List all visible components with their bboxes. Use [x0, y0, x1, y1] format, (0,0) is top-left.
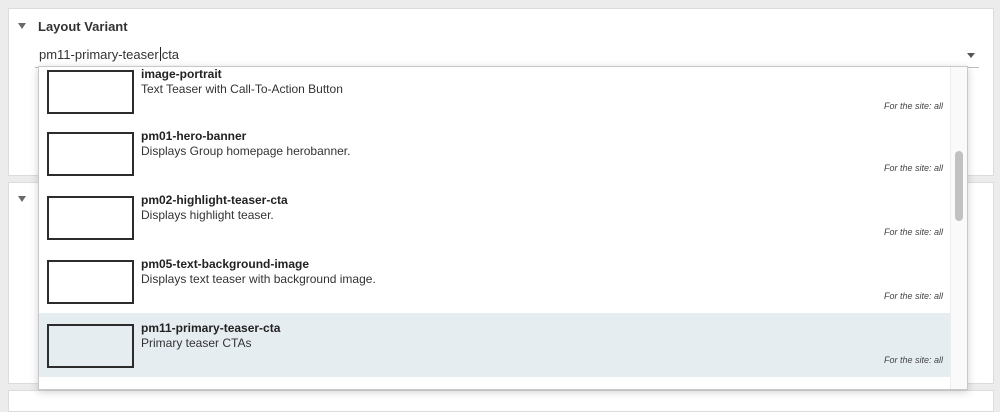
- option-name: image-portrait: [141, 67, 222, 81]
- option-site: For the site: all: [883, 355, 943, 365]
- option-site: For the site: all: [883, 101, 943, 111]
- dropdown-arrow-icon[interactable]: [967, 53, 975, 58]
- option-description: Displays highlight teaser.: [141, 208, 274, 222]
- option-description: Primary teaser CTAs: [141, 336, 252, 350]
- layout-variant-select[interactable]: pm11-primary-teaser cta: [35, 43, 979, 68]
- layout-variant-dropdown[interactable]: image-portrait Text Teaser with Call-To-…: [38, 66, 968, 390]
- thumbnail-placeholder: [47, 260, 134, 304]
- option-name: pm11-primary-teaser-cta: [141, 321, 281, 335]
- thumbnail-placeholder: [47, 70, 134, 114]
- third-panel: [8, 390, 994, 412]
- option-site: For the site: all: [883, 227, 943, 237]
- option-name: pm02-highlight-teaser-cta: [141, 193, 288, 207]
- dropdown-option[interactable]: pm05-text-background-image Displays text…: [39, 249, 951, 313]
- thumbnail-placeholder: [47, 196, 134, 240]
- select-value[interactable]: pm11-primary-teaser cta: [39, 47, 179, 62]
- collapse-triangle-icon[interactable]: [18, 23, 26, 29]
- option-description: Displays Group homepage herobanner.: [141, 144, 351, 158]
- text-caret: [159, 47, 161, 61]
- dropdown-list: image-portrait Text Teaser with Call-To-…: [39, 67, 951, 377]
- thumbnail-placeholder: [47, 324, 134, 368]
- dropdown-option[interactable]: pm01-hero-banner Displays Group homepage…: [39, 121, 951, 185]
- option-site: For the site: all: [883, 291, 943, 301]
- option-site: For the site: all: [883, 163, 943, 173]
- dropdown-option[interactable]: pm02-highlight-teaser-cta Displays highl…: [39, 185, 951, 249]
- section-title: Layout Variant: [38, 19, 128, 34]
- option-name: pm05-text-background-image: [141, 257, 310, 271]
- thumbnail-placeholder: [47, 132, 134, 176]
- option-name: pm01-hero-banner: [141, 129, 247, 143]
- select-value-after-caret: cta: [161, 47, 180, 62]
- collapse-triangle-icon[interactable]: [18, 196, 26, 202]
- dropdown-option-selected[interactable]: pm11-primary-teaser-cta Primary teaser C…: [39, 313, 951, 377]
- option-description: Displays text teaser with background ima…: [141, 272, 376, 286]
- option-description: Text Teaser with Call-To-Action Button: [141, 82, 343, 96]
- select-value-before-caret: pm11-primary-teaser: [39, 47, 159, 62]
- scrollbar-track[interactable]: [950, 67, 967, 389]
- scrollbar-thumb[interactable]: [955, 151, 963, 221]
- dropdown-option[interactable]: image-portrait Text Teaser with Call-To-…: [39, 67, 951, 121]
